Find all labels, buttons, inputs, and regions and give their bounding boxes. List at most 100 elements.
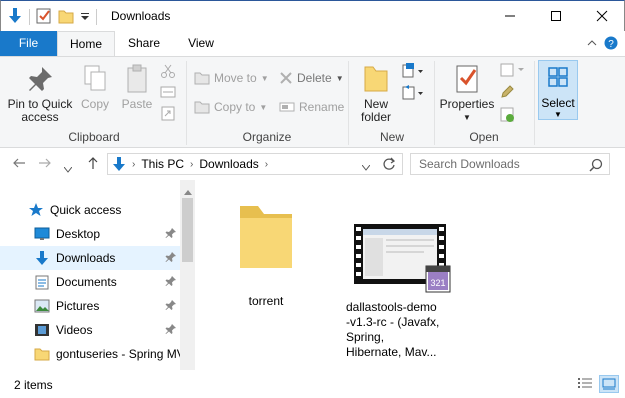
copy-icon bbox=[84, 65, 106, 91]
nav-item-documents[interactable]: Documents bbox=[0, 270, 180, 294]
scroll-up-icon[interactable] bbox=[184, 184, 192, 198]
copy-path-icon[interactable] bbox=[160, 85, 176, 102]
navigation-bar: › This PC › Downloads › Search Downloads bbox=[0, 148, 625, 180]
download-arrow-icon[interactable] bbox=[7, 7, 23, 28]
tab-share[interactable]: Share bbox=[115, 31, 173, 56]
new-group-label: New bbox=[379, 130, 404, 144]
forward-arrow-icon[interactable] bbox=[38, 156, 52, 173]
copy-label: Copy bbox=[80, 97, 109, 111]
nav-item-videos[interactable]: Videos bbox=[0, 318, 180, 342]
move-to-label: Move to bbox=[214, 71, 257, 85]
recent-locations-chevron-icon[interactable] bbox=[63, 160, 73, 176]
pin-icon[interactable] bbox=[165, 275, 177, 290]
scrollbar-thumb[interactable] bbox=[182, 198, 193, 262]
paste-shortcut-icon[interactable] bbox=[160, 105, 176, 124]
file-view: torrent 321 dallastools-demo -v1.3-rc - … bbox=[196, 180, 623, 370]
file-item-dallastools-demo[interactable]: 321 dallastools-demo -v1.3-rc - (Javafx,… bbox=[346, 224, 466, 360]
breadcrumb-downloads[interactable]: Downloads bbox=[199, 157, 258, 171]
help-icon[interactable]: ? bbox=[604, 36, 618, 53]
chevron-down-icon: ▼ bbox=[463, 113, 471, 122]
search-input[interactable]: Search Downloads bbox=[410, 153, 610, 175]
tab-file[interactable]: File bbox=[0, 31, 57, 56]
properties-check-icon[interactable] bbox=[36, 8, 52, 27]
paste-button[interactable]: Paste bbox=[118, 63, 156, 111]
up-arrow-icon[interactable] bbox=[86, 156, 100, 173]
file-item-torrent[interactable]: torrent bbox=[211, 200, 321, 309]
clipboard-icon bbox=[127, 64, 147, 93]
file-name-line: dallastools-demo bbox=[346, 300, 437, 314]
minimize-button[interactable] bbox=[487, 1, 533, 31]
minimize-icon bbox=[505, 15, 515, 17]
document-icon bbox=[34, 274, 50, 290]
pin-icon[interactable] bbox=[165, 227, 177, 242]
select-grid-icon bbox=[548, 67, 568, 87]
nav-scrollbar[interactable] bbox=[180, 180, 195, 370]
back-arrow-icon[interactable] bbox=[12, 156, 26, 173]
svg-text:321: 321 bbox=[430, 278, 445, 288]
maximize-button[interactable] bbox=[533, 1, 579, 31]
file-name-line: Spring, bbox=[346, 330, 385, 344]
navigation-pane: Quick access Desktop Downloads Documents bbox=[0, 180, 195, 370]
collapse-ribbon-icon[interactable] bbox=[587, 37, 597, 51]
refresh-icon[interactable] bbox=[382, 157, 396, 174]
download-icon bbox=[34, 250, 50, 266]
rename-icon bbox=[279, 102, 295, 112]
large-icons-view-button[interactable] bbox=[599, 375, 619, 393]
address-bar[interactable]: › This PC › Downloads › bbox=[107, 153, 403, 175]
desktop-icon bbox=[34, 226, 50, 242]
easy-access-icon[interactable] bbox=[402, 85, 424, 104]
breadcrumb-separator[interactable]: › bbox=[190, 159, 193, 170]
pin-to-quick-access-button[interactable]: Pin to Quick access bbox=[4, 63, 76, 124]
history-icon[interactable] bbox=[500, 107, 516, 126]
nav-item-downloads[interactable]: Downloads bbox=[0, 246, 180, 270]
move-to-icon bbox=[194, 72, 210, 85]
new-folder-button[interactable]: New folder bbox=[354, 63, 398, 124]
details-view-icon bbox=[578, 378, 592, 388]
new-item-icon[interactable] bbox=[402, 63, 424, 82]
breadcrumb-separator[interactable]: › bbox=[132, 159, 135, 170]
pin-icon[interactable] bbox=[165, 251, 177, 266]
new-folder-icon[interactable] bbox=[58, 8, 74, 27]
nav-item-quick-access[interactable]: Quick access bbox=[0, 198, 180, 222]
rename-button[interactable]: Rename bbox=[279, 100, 344, 114]
copy-button[interactable]: Copy bbox=[78, 63, 112, 111]
details-view-button[interactable] bbox=[576, 375, 596, 393]
video-icon bbox=[34, 322, 50, 338]
move-to-button[interactable]: Move to ▼ bbox=[194, 71, 269, 85]
address-dropdown-icon[interactable] bbox=[361, 160, 371, 174]
edit-icon[interactable] bbox=[500, 85, 514, 102]
large-icons-view-icon bbox=[602, 378, 616, 390]
nav-item-gontuseries[interactable]: gontuseries - Spring MV bbox=[0, 342, 195, 366]
select-label: Select bbox=[541, 96, 575, 110]
breadcrumb-this-pc[interactable]: This PC bbox=[141, 157, 184, 171]
customize-dropdown-icon[interactable] bbox=[80, 10, 90, 24]
delete-button[interactable]: Delete ▼ bbox=[279, 71, 344, 85]
copy-to-button[interactable]: Copy to ▼ bbox=[194, 100, 267, 114]
nav-label: Videos bbox=[56, 323, 93, 337]
pin-icon[interactable] bbox=[165, 323, 177, 338]
search-icon[interactable] bbox=[589, 158, 603, 175]
nav-item-pictures[interactable]: Pictures bbox=[0, 294, 180, 318]
rename-label: Rename bbox=[299, 100, 345, 114]
cut-icon[interactable] bbox=[160, 63, 176, 82]
folder-icon bbox=[240, 206, 292, 268]
pin-label-line2: access bbox=[21, 110, 59, 124]
nav-item-desktop[interactable]: Desktop bbox=[0, 222, 180, 246]
properties-button[interactable]: Properties ▼ bbox=[438, 63, 496, 124]
nav-label: Desktop bbox=[56, 227, 101, 241]
open-icon[interactable] bbox=[500, 63, 526, 80]
tab-home[interactable]: Home bbox=[57, 31, 115, 56]
picture-icon bbox=[34, 298, 50, 314]
breadcrumb-separator[interactable]: › bbox=[265, 159, 268, 170]
ribbon: Pin to Quick access Copy Paste Clipboard… bbox=[0, 56, 625, 148]
close-button[interactable] bbox=[579, 1, 625, 31]
tab-view[interactable]: View bbox=[173, 31, 229, 56]
pin-icon[interactable] bbox=[165, 299, 177, 314]
ribbon-tabs: File Home Share View ? bbox=[0, 31, 625, 56]
star-icon bbox=[28, 202, 44, 218]
download-location-icon bbox=[112, 156, 126, 172]
status-bar: 2 items bbox=[0, 372, 625, 398]
properties-label: Properties bbox=[439, 97, 495, 111]
chevron-down-icon: ▼ bbox=[335, 73, 344, 83]
select-button[interactable]: Select ▼ bbox=[538, 60, 578, 120]
